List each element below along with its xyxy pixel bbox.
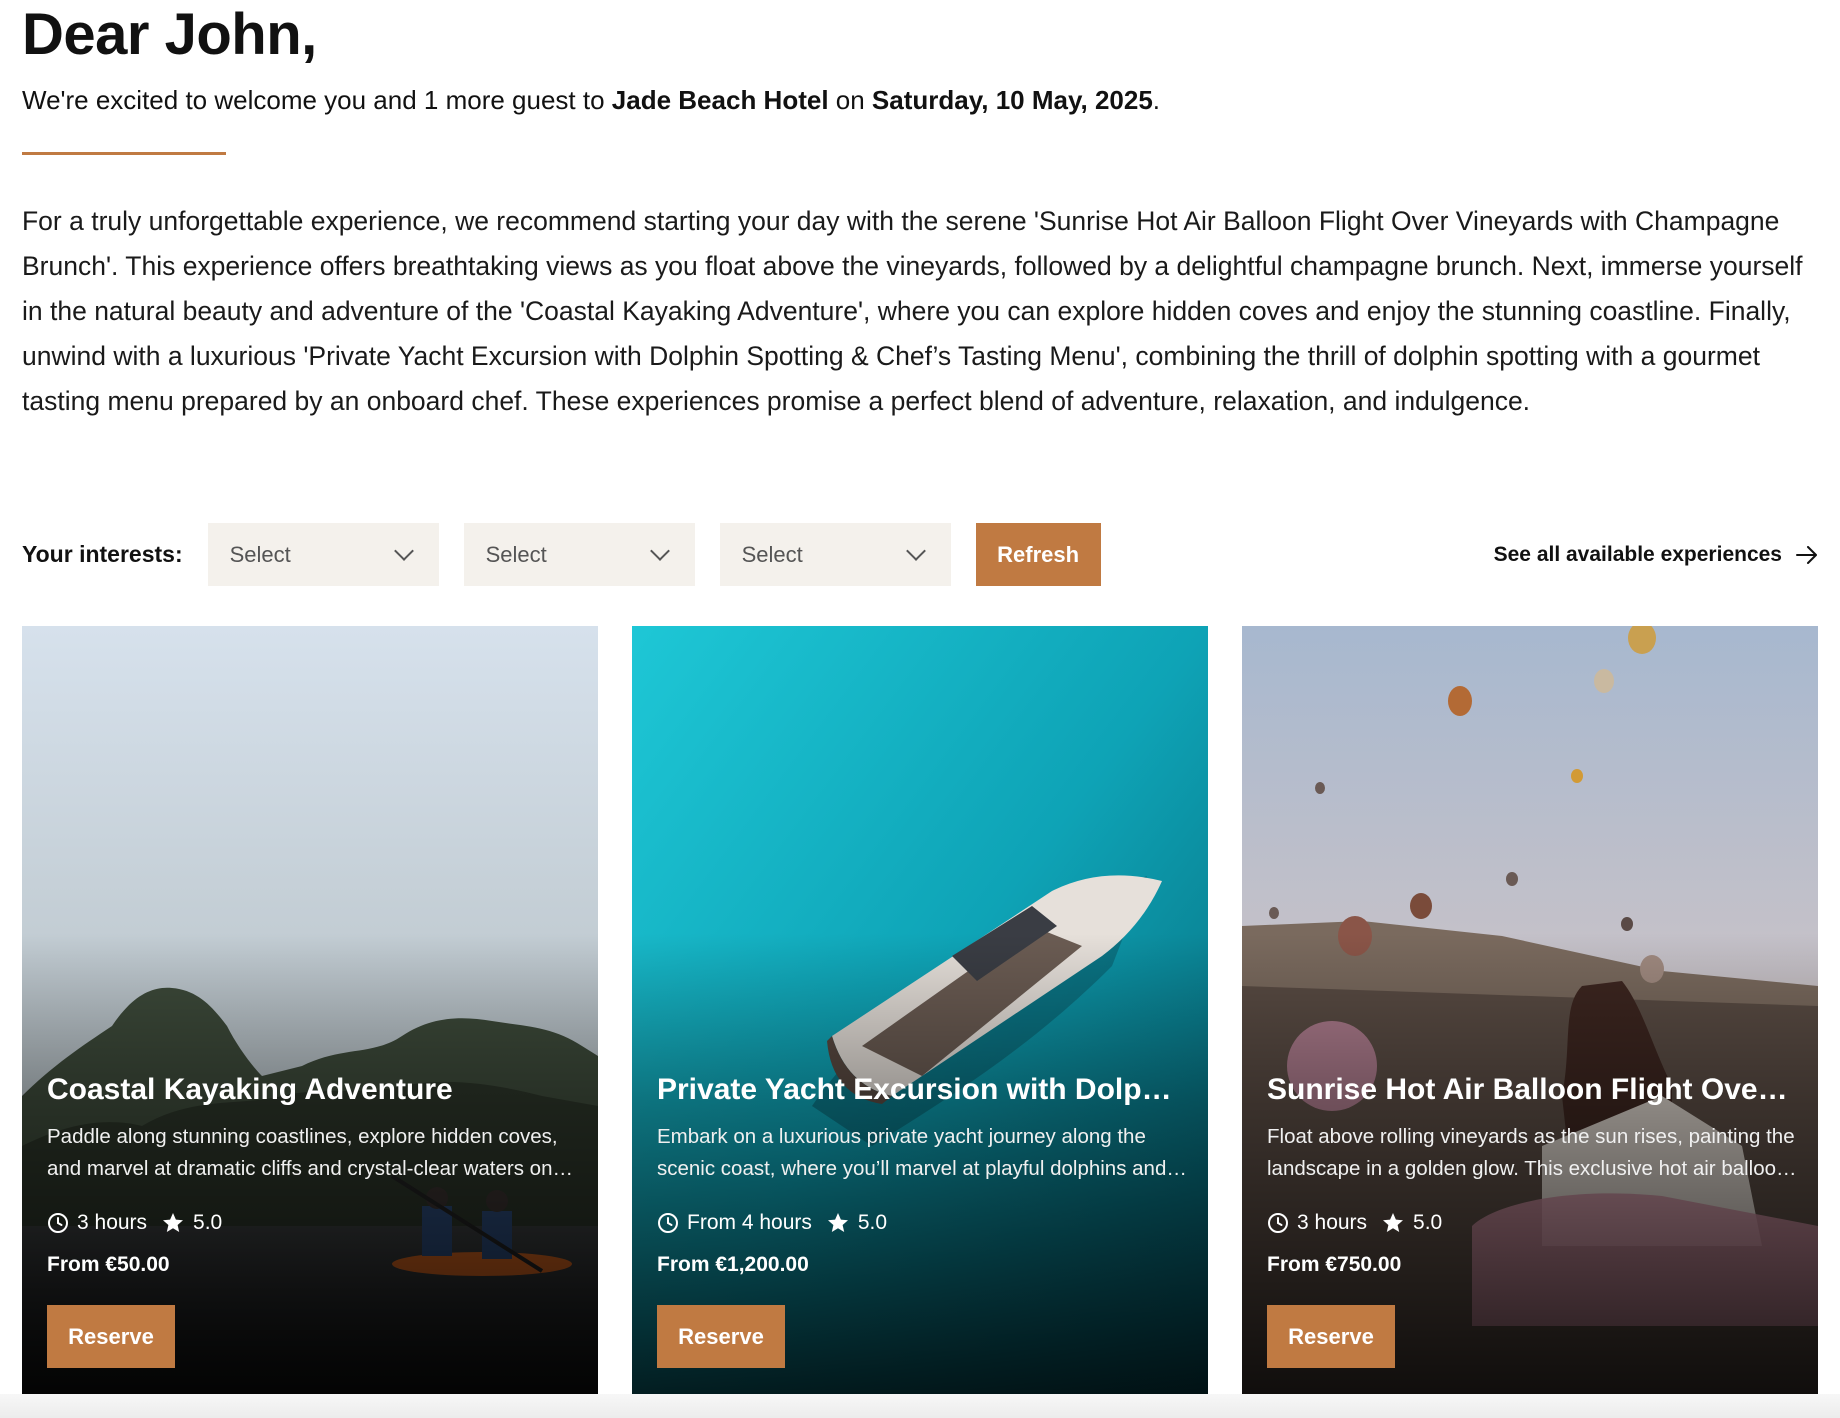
interests-label: Your interests: bbox=[22, 541, 183, 567]
card-meta: 3 hours 5.0 bbox=[47, 1209, 578, 1237]
interest-select-2[interactable]: Select bbox=[463, 523, 695, 586]
see-all-experiences-link[interactable]: See all available experiences bbox=[1494, 543, 1818, 567]
card-price: From €50.00 bbox=[47, 1253, 170, 1276]
hotel-name: Jade Beach Hotel bbox=[611, 85, 829, 115]
experience-card[interactable]: Sunrise Hot Air Balloon Flight Over Vine… bbox=[1242, 626, 1818, 1394]
card-duration: 3 hours bbox=[1297, 1211, 1368, 1234]
card-rating: 5.0 bbox=[193, 1211, 223, 1234]
card-content: Private Yacht Excursion with Dolphin Spo… bbox=[657, 1071, 1188, 1368]
card-price: From €1,200.00 bbox=[657, 1253, 809, 1276]
welcome-mid: on bbox=[828, 85, 872, 115]
select-value: Select bbox=[741, 541, 803, 567]
card-price: From €750.00 bbox=[1267, 1253, 1402, 1276]
star-icon bbox=[826, 1211, 850, 1235]
chevron-down-icon bbox=[393, 540, 414, 561]
select-value: Select bbox=[229, 541, 291, 567]
card-meta: From 4 hours 5.0 bbox=[657, 1209, 1188, 1237]
card-rating-group: 5.0 bbox=[1381, 1211, 1442, 1235]
card-rating: 5.0 bbox=[857, 1211, 888, 1234]
interest-select-1[interactable]: Select bbox=[207, 523, 439, 586]
select-value: Select bbox=[485, 541, 547, 567]
stay-date: Saturday, 10 May, 2025 bbox=[871, 85, 1153, 115]
reserve-button[interactable]: Reserve bbox=[1267, 1305, 1395, 1368]
star-icon bbox=[161, 1211, 185, 1235]
see-all-label: See all available experiences bbox=[1493, 542, 1782, 566]
welcome-prefix: We're excited to welcome you and 1 more … bbox=[22, 85, 612, 115]
card-title: Coastal Kayaking Adventure bbox=[47, 1073, 453, 1106]
card-duration: 3 hours bbox=[77, 1211, 148, 1234]
reserve-button[interactable]: Reserve bbox=[657, 1305, 785, 1368]
chevron-down-icon bbox=[905, 540, 926, 561]
card-rating-group: 5.0 bbox=[826, 1211, 887, 1235]
experience-card[interactable]: Coastal Kayaking Adventure Paddle along … bbox=[22, 626, 598, 1394]
clock-icon bbox=[1267, 1212, 1289, 1234]
card-meta: 3 hours 5.0 bbox=[1267, 1209, 1798, 1237]
card-duration: From 4 hours bbox=[687, 1211, 812, 1234]
interest-select-3[interactable]: Select bbox=[719, 523, 951, 586]
card-rating: 5.0 bbox=[1413, 1211, 1443, 1234]
reserve-button[interactable]: Reserve bbox=[47, 1305, 175, 1368]
star-icon bbox=[1381, 1211, 1405, 1235]
card-description: Embark on a luxurious private yacht jour… bbox=[657, 1125, 1167, 1180]
interests-filter-bar: Your interests: Select Select Select Ref… bbox=[22, 523, 1818, 586]
recommendation-text: For a truly unforgettable experience, we… bbox=[22, 206, 1803, 416]
card-title: Private Yacht Excursion with Dolphin Spo… bbox=[657, 1073, 1188, 1106]
welcome-suffix: . bbox=[1152, 85, 1161, 115]
card-title: Sunrise Hot Air Balloon Flight Over Vine… bbox=[1267, 1073, 1798, 1106]
experience-cards: Coastal Kayaking Adventure Paddle along … bbox=[22, 626, 1818, 1394]
greeting-heading: Dear John, bbox=[22, 2, 317, 67]
welcome-text: We're excited to welcome you and 1 more … bbox=[22, 82, 1818, 118]
clock-icon bbox=[657, 1212, 679, 1234]
chevron-down-icon bbox=[649, 540, 670, 561]
refresh-button[interactable]: Refresh bbox=[975, 523, 1101, 586]
card-content: Coastal Kayaking Adventure Paddle along … bbox=[47, 1071, 578, 1368]
page: Dear John, We're excited to welcome you … bbox=[0, 0, 1840, 1418]
card-description: Paddle along stunning coastlines, explor… bbox=[47, 1125, 558, 1180]
accent-divider bbox=[22, 152, 226, 155]
card-rating-group: 5.0 bbox=[161, 1211, 222, 1235]
experience-card[interactable]: Private Yacht Excursion with Dolphin Spo… bbox=[632, 626, 1208, 1394]
card-content: Sunrise Hot Air Balloon Flight Over Vine… bbox=[1267, 1071, 1798, 1368]
arrow-right-icon bbox=[1796, 545, 1818, 564]
page-bottom-edge bbox=[0, 1394, 1840, 1418]
clock-icon bbox=[47, 1212, 69, 1234]
card-description: Float above rolling vineyards as the sun… bbox=[1267, 1125, 1795, 1180]
